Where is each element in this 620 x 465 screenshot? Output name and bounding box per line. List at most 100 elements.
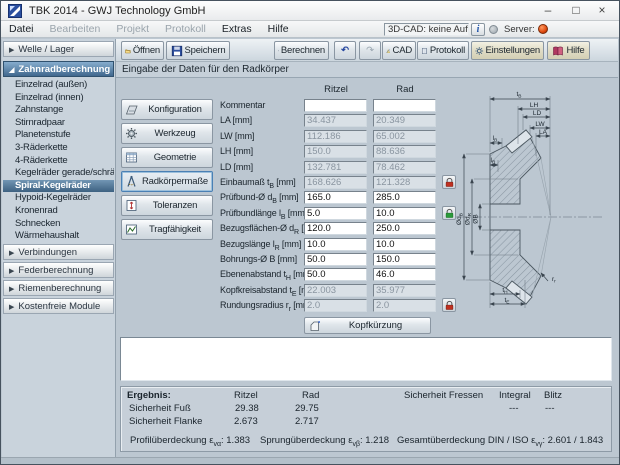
document-icon: [421, 45, 428, 57]
maximize-button[interactable]: □: [563, 1, 589, 20]
result-value: ---: [509, 403, 519, 414]
floppy-disk-icon: [171, 45, 183, 57]
kopfkuerzung-button[interactable]: Kopfkürzung: [304, 317, 431, 334]
info-button[interactable]: i: [471, 23, 485, 36]
sidebar-item-planetenstufe[interactable]: Planetenstufe: [3, 129, 114, 142]
kommentar-rad-input[interactable]: [373, 99, 436, 112]
bezugsflaechen-d-ritzel-input[interactable]: [304, 222, 367, 235]
result-value: 29.38: [235, 403, 259, 414]
sidebar: ▶Welle / Lager ◢Zahnradberechnung Einzel…: [2, 39, 116, 457]
result-row-label: Sicherheit Fuß: [129, 403, 191, 414]
open-button[interactable]: Öffnen: [121, 41, 164, 60]
menu-projekt: Projekt: [108, 21, 157, 37]
svg-text:LA: LA: [539, 129, 548, 136]
chevron-right-icon: ▶: [9, 268, 14, 275]
server-label: Server:: [504, 24, 535, 35]
help-button[interactable]: Hilfe: [547, 41, 590, 60]
sidebar-gear-list: Einzelrad (außen) Einzelrad (innen) Zahn…: [3, 79, 114, 243]
label-bohrungs-d: Bohrungs-Ø B [mm]: [220, 253, 297, 266]
nav-geometrie-button[interactable]: Geometrie: [121, 147, 213, 168]
label-pruefbund-d: Prüfbund-Ø dB [mm]: [220, 191, 299, 208]
sidebar-item-hypoid-kegelraeder[interactable]: Hypoid-Kegelräder: [3, 192, 114, 205]
minimize-button[interactable]: –: [535, 1, 561, 20]
bezugsflaechen-d-rad-input[interactable]: [373, 222, 436, 235]
menu-extras[interactable]: Extras: [214, 21, 260, 37]
menu-datei[interactable]: Datei: [1, 21, 42, 37]
sidebar-item-stirnradpaar[interactable]: Stirnradpaar: [3, 117, 114, 130]
bezugslaenge-ritzel-input[interactable]: [304, 238, 367, 251]
sidebar-section-kostenfreie-module[interactable]: ▶Kostenfreie Module: [3, 298, 114, 314]
lh-ritzel-input: [304, 145, 367, 158]
label-lw: LW [mm]: [220, 130, 254, 143]
sidebar-item-3-raederkette[interactable]: 3-Räderkette: [3, 142, 114, 155]
menu-bar: DateiBearbeitenProjektProtokollExtrasHil…: [1, 21, 619, 38]
la-ritzel-input: [304, 114, 367, 127]
sidebar-item-spiral-kegelraeder[interactable]: Spiral-Kegelräder: [3, 180, 114, 193]
result-value: 2.673: [234, 416, 258, 427]
redo-icon: ↷: [366, 45, 374, 56]
nav-werkzeug-button[interactable]: Werkzeug: [121, 123, 213, 144]
kommentar-ritzel-input[interactable]: [304, 99, 367, 112]
pruefbund-d-ritzel-input[interactable]: [304, 191, 367, 204]
sidebar-section-riemenberechnung[interactable]: ▶Riemenberechnung: [3, 280, 114, 296]
sidebar-item-kronenrad[interactable]: Kronenrad: [3, 205, 114, 218]
caliper-icon: [125, 175, 138, 188]
kopfkreisabstand-ritzel-input: [304, 284, 367, 297]
bohrungs-d-rad-input[interactable]: [373, 253, 436, 266]
sidebar-item-zahnstange[interactable]: Zahnstange: [3, 104, 114, 117]
ld-rad-input: [373, 161, 436, 174]
sidebar-item-schnecken[interactable]: Schnecken: [3, 218, 114, 231]
svg-text:ØB: ØB: [473, 214, 480, 223]
tolerances-icon: [125, 199, 138, 212]
bohrungs-d-ritzel-input[interactable]: [304, 253, 367, 266]
nav-konfiguration-button[interactable]: Konfiguration: [121, 99, 213, 120]
bezugslaenge-rad-input[interactable]: [373, 238, 436, 251]
pruefbund-d-rad-input[interactable]: [373, 191, 436, 204]
label-la: LA [mm]: [220, 114, 252, 127]
sidebar-section-federberechnung[interactable]: ▶Federberechnung: [3, 262, 114, 278]
sidebar-item-einzelrad-aussen[interactable]: Einzelrad (außen): [3, 79, 114, 92]
menu-hilfe[interactable]: Hilfe: [260, 21, 297, 37]
result-value: 29.75: [295, 403, 319, 414]
menu-protokoll: Protokoll: [157, 21, 214, 37]
ebenenabstand-ritzel-input[interactable]: [304, 268, 367, 281]
helix-overlap-value: Sprungüberdeckung εvβ: 1.218: [260, 435, 389, 448]
sidebar-item-kegelraeder[interactable]: Kegelräder gerade/schräg: [3, 167, 114, 180]
sidebar-item-einzelrad-innen[interactable]: Einzelrad (innen): [3, 92, 114, 105]
column-header-rad: Rad: [373, 84, 437, 95]
sidebar-section-welle-lager[interactable]: ▶Welle / Lager: [3, 41, 114, 57]
chevron-right-icon: ▶: [9, 304, 14, 311]
tool-gear-icon: [125, 127, 138, 140]
svg-text:ØdB: ØdB: [456, 213, 464, 225]
undo-button[interactable]: ↶: [334, 41, 356, 60]
window-title: TBK 2014 - GWJ Technology GmbH: [29, 5, 205, 17]
svg-text:tB: tB: [516, 91, 521, 99]
server-status-indicator: [538, 24, 548, 34]
pruefbundlaenge-rad-input[interactable]: [373, 207, 436, 220]
pruefbundlaenge-ritzel-input[interactable]: [304, 207, 367, 220]
protocol-button[interactable]: Protokoll: [417, 41, 469, 60]
rundungsradius-ritzel-input: [304, 299, 367, 312]
sidebar-item-4-raederkette[interactable]: 4-Räderkette: [3, 155, 114, 168]
result-row-label: Sicherheit Flanke: [129, 416, 202, 427]
calculate-button[interactable]: Berechnen: [274, 41, 329, 60]
nav-radkoerpermasse-button[interactable]: Radkörpermaße: [121, 171, 213, 192]
ebenenabstand-rad-input[interactable]: [373, 268, 436, 281]
folder-open-icon: [125, 45, 131, 57]
save-button[interactable]: Speichern: [166, 41, 230, 60]
page-title: Eingabe der Daten für den Radkörper: [116, 62, 618, 78]
calculator-icon: [278, 45, 279, 57]
cad-drawing-icon: [386, 45, 391, 57]
sidebar-item-waermehaushalt[interactable]: Wärmehaushalt: [3, 230, 114, 243]
sidebar-section-verbindungen[interactable]: ▶Verbindungen: [3, 244, 114, 260]
book-icon: [552, 45, 564, 57]
toolbar: Öffnen Speichern Berechnen ↶ ↷ CAD: [116, 39, 618, 62]
close-button[interactable]: ×: [589, 1, 615, 20]
nav-tragfaehigkeit-button[interactable]: Tragfähigkeit: [121, 219, 213, 240]
sidebar-section-zahnradberechnung[interactable]: ◢Zahnradberechnung: [3, 61, 114, 77]
nav-toleranzen-button[interactable]: Toleranzen: [121, 195, 213, 216]
settings-button[interactable]: Einstellungen: [471, 41, 544, 60]
gear-body-drawing: tB LH LD LW LA lB lR ØdB ØdR ØB tH tE rr: [444, 82, 614, 332]
undo-icon: ↶: [341, 45, 349, 56]
cad-button[interactable]: CAD: [382, 41, 416, 60]
